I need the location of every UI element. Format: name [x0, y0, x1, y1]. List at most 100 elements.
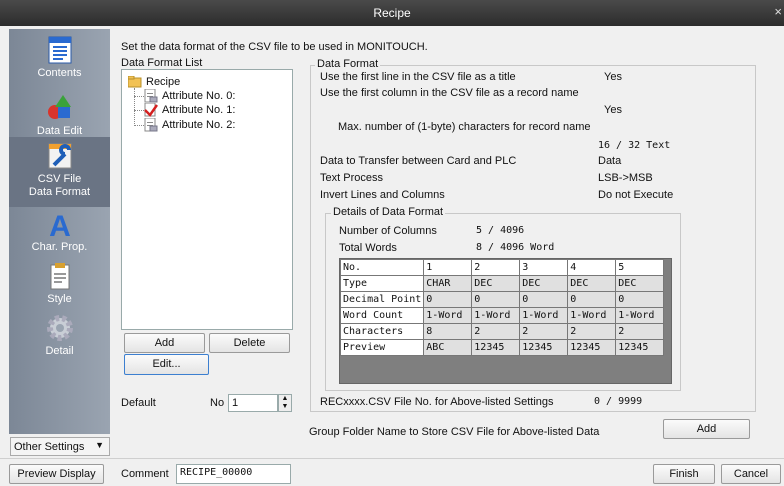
- tree-item-attribute-0[interactable]: Attribute No. 0:: [162, 90, 235, 102]
- window-title: Recipe: [373, 6, 411, 20]
- grid-header-cell: 2: [471, 259, 521, 276]
- total-words-label: Total Words: [339, 242, 397, 254]
- tree-item-attribute-1[interactable]: Attribute No. 1:: [162, 104, 235, 116]
- comment-input[interactable]: RECIPE_00000: [176, 464, 291, 484]
- default-no-spinner[interactable]: ▲ ▼: [278, 394, 292, 412]
- sidebar-item-label: Style: [47, 293, 72, 305]
- grid-cell[interactable]: 12345: [519, 339, 569, 356]
- preview-display-button[interactable]: Preview Display: [9, 464, 104, 484]
- grid-cell[interactable]: 0: [471, 291, 521, 308]
- grid-row-word-count: Word Count 1-Word 1-Word 1-Word 1-Word 1…: [339, 307, 665, 324]
- first-line-title-label: Use the first line in the CSV file as a …: [320, 71, 516, 83]
- tree-root-recipe[interactable]: Recipe: [146, 76, 180, 88]
- tree-item-attribute-2[interactable]: Attribute No. 2:: [162, 119, 235, 131]
- finish-button[interactable]: Finish: [653, 464, 715, 484]
- grid-header-cell: 4: [567, 259, 617, 276]
- csv-file-no-label: RECxxxx.CSV File No. for Above-listed Se…: [320, 396, 554, 408]
- delete-attribute-button[interactable]: Delete: [209, 333, 290, 353]
- format-grid[interactable]: No. 1 2 3 4 5 Type CHAR DEC DEC DEC DEC …: [339, 259, 665, 356]
- sidebar-item-label: Contents: [37, 67, 82, 79]
- grid-cell[interactable]: 12345: [471, 339, 521, 356]
- attribute-error-icon: [144, 103, 158, 117]
- chevron-down-icon: ▼: [95, 440, 104, 450]
- grid-cell[interactable]: ABC: [423, 339, 473, 356]
- grid-cell[interactable]: 0: [567, 291, 617, 308]
- grid-header-cell: 1: [423, 259, 473, 276]
- other-settings-dropdown[interactable]: Other Settings ▼: [10, 437, 110, 456]
- grid-cell[interactable]: 2: [471, 323, 521, 340]
- data-transfer-value: Data: [598, 155, 622, 167]
- grid-cell[interactable]: DEC: [567, 275, 617, 292]
- grid-header-cell: 3: [519, 259, 569, 276]
- sidebar-item-csv-file-data-format[interactable]: CSV File Data Format: [9, 137, 110, 207]
- group-folder-add-button[interactable]: Add: [663, 419, 750, 439]
- default-label: Default: [121, 397, 156, 409]
- text-process-value: LSB->MSB: [598, 172, 653, 184]
- grid-cell[interactable]: 2: [567, 323, 617, 340]
- default-no-input[interactable]: 1: [228, 394, 278, 412]
- comment-value: RECIPE_00000: [180, 467, 253, 478]
- sidebar-item-label: Char. Prop.: [31, 241, 88, 253]
- invert-lines-label: Invert Lines and Columns: [320, 189, 445, 201]
- grid-row-label: Characters: [339, 323, 425, 340]
- invert-lines-value: Do not Execute: [598, 189, 674, 201]
- grid-cell[interactable]: 12345: [615, 339, 665, 356]
- grid-cell[interactable]: 0: [519, 291, 569, 308]
- spinner-up-icon[interactable]: ▲: [282, 395, 289, 402]
- sidebar-item-style[interactable]: Style: [9, 261, 110, 309]
- sidebar-item-data-edit[interactable]: Data Edit: [9, 93, 110, 137]
- default-no-value: 1: [232, 397, 239, 409]
- grid-header-row: No. 1 2 3 4 5: [339, 259, 665, 276]
- grid-row-label: Decimal Point: [339, 291, 425, 308]
- first-line-title-value: Yes: [604, 71, 622, 83]
- grid-header-cell: No.: [339, 259, 425, 276]
- add-attribute-button[interactable]: Add: [124, 333, 205, 353]
- data-transfer-label: Data to Transfer between Card and PLC: [320, 155, 517, 167]
- grid-row-label: Word Count: [339, 307, 425, 324]
- char-prop-icon: A: [49, 210, 71, 239]
- grid-cell[interactable]: 0: [615, 291, 665, 308]
- grid-cell[interactable]: 8: [423, 323, 473, 340]
- grid-cell[interactable]: DEC: [471, 275, 521, 292]
- other-settings-label: Other Settings: [14, 441, 85, 453]
- instruction-text: Set the data format of the CSV file to b…: [121, 41, 428, 53]
- max-chars-record-value: 16 / 32 Text: [598, 140, 671, 151]
- grid-cell[interactable]: 12345: [567, 339, 617, 356]
- data-format-list-label: Data Format List: [121, 57, 203, 69]
- grid-cell[interactable]: DEC: [519, 275, 569, 292]
- title-bar: Recipe ×: [0, 0, 784, 26]
- grid-row-label: Type: [339, 275, 425, 292]
- grid-cell[interactable]: 1-Word: [471, 307, 521, 324]
- close-icon[interactable]: ×: [774, 4, 782, 19]
- attribute-document-icon: [144, 89, 158, 103]
- sidebar-item-label: Detail: [45, 345, 74, 357]
- cancel-button[interactable]: Cancel: [721, 464, 781, 484]
- grid-cell[interactable]: 1-Word: [615, 307, 665, 324]
- grid-cell[interactable]: 1-Word: [519, 307, 569, 324]
- grid-cell[interactable]: CHAR: [423, 275, 473, 292]
- attribute-document-icon: [144, 118, 158, 132]
- grid-cell[interactable]: 0: [423, 291, 473, 308]
- grid-row-preview: Preview ABC 12345 12345 12345 12345: [339, 339, 665, 356]
- edit-attribute-button[interactable]: Edit...: [124, 354, 209, 375]
- columns-label: Number of Columns: [339, 225, 437, 237]
- grid-cell[interactable]: 2: [519, 323, 569, 340]
- spinner-down-icon[interactable]: ▼: [282, 403, 289, 410]
- grid-cell[interactable]: 2: [615, 323, 665, 340]
- grid-cell[interactable]: DEC: [615, 275, 665, 292]
- group-folder-label: Group Folder Name to Store CSV File for …: [309, 426, 600, 438]
- csv-file-no-value: 0 / 9999: [594, 396, 643, 407]
- comment-label: Comment: [121, 468, 169, 480]
- grid-row-label: Preview: [339, 339, 425, 356]
- sidebar-item-label: Data Edit: [36, 125, 83, 137]
- data-format-list[interactable]: Recipe Attribute No. 0: Attribute No. 1:…: [121, 69, 293, 330]
- text-process-label: Text Process: [320, 172, 383, 184]
- grid-row-characters: Characters 8 2 2 2 2: [339, 323, 665, 340]
- sidebar-item-detail[interactable]: Detail: [9, 313, 110, 361]
- sidebar-item-contents[interactable]: Contents: [9, 35, 110, 85]
- data-edit-icon: [47, 95, 71, 119]
- grid-cell[interactable]: 1-Word: [423, 307, 473, 324]
- sidebar-item-char-prop[interactable]: A Char. Prop.: [9, 209, 110, 257]
- data-format-group-label: Data Format: [315, 58, 381, 70]
- grid-cell[interactable]: 1-Word: [567, 307, 617, 324]
